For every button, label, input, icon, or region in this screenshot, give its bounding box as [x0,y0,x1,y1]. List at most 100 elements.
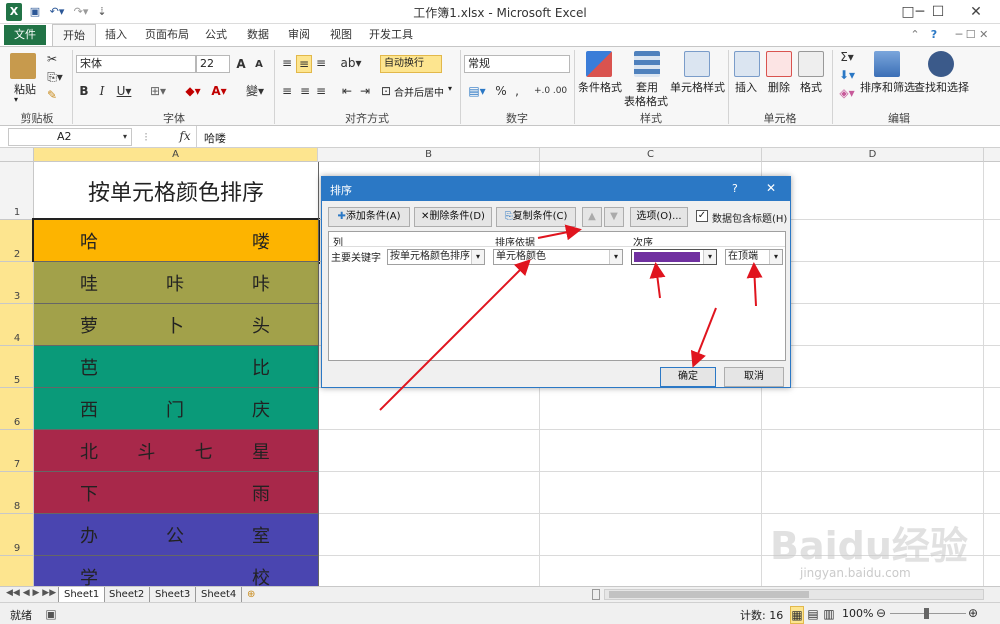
formula-bar-handle-icon[interactable]: ⁝ [140,129,152,145]
row-header-4[interactable]: 4 [0,304,34,346]
horizontal-scrollbar[interactable] [604,589,984,600]
font-name-box[interactable]: 宋体 [76,55,196,73]
row-header-5[interactable]: 5 [0,346,34,388]
zoom-out-icon[interactable]: ⊖ [874,605,888,621]
delete-cells-icon[interactable] [766,51,792,77]
sort-column-select[interactable]: 按单元格颜色排序 ▾ [387,249,485,265]
sheet-tab-3[interactable]: Sheet3 [150,587,197,602]
cell-a9[interactable]: 办公室 [34,514,318,556]
tab-insert[interactable]: 插入 [100,24,132,46]
format-cells-icon[interactable] [798,51,824,77]
header-checkbox[interactable]: ✓ [696,210,708,222]
merge-center-button[interactable]: 合并后居中 [394,84,444,99]
format-cells-button[interactable]: 格式 [800,79,822,95]
tab-developer[interactable]: 开发工具 [366,24,416,46]
font-size-box[interactable]: 22 [196,55,230,73]
horizontal-scroll-thumb[interactable] [609,591,809,598]
new-sheet-icon[interactable]: ⊕ [242,587,260,602]
name-box[interactable]: A2 [8,128,132,146]
zoom-in-icon[interactable]: ⊕ [966,605,980,621]
format-as-table-button-2[interactable]: 表格格式 [624,93,668,109]
delete-cells-button[interactable]: 删除 [768,79,790,95]
tab-data[interactable]: 数据 [242,24,274,46]
merge-icon[interactable]: ⊡ [380,83,392,99]
sort-filter-icon[interactable] [874,51,900,77]
help-icon[interactable]: ? [926,24,942,46]
insert-cells-icon[interactable] [734,51,760,77]
align-bottom-icon[interactable]: ≡ [314,55,328,71]
row-header-2[interactable]: 2 [0,220,34,262]
insert-cells-button[interactable]: 插入 [735,79,757,95]
row-header-3[interactable]: 3 [0,262,34,304]
ok-button[interactable]: 确定 [660,367,716,387]
underline-icon[interactable]: U▾ [114,83,134,99]
cell-styles-button[interactable]: 单元格样式 [670,79,725,95]
order-color-dropdown-icon[interactable]: ▾ [703,250,716,264]
currency-icon[interactable]: ▤▾ [466,83,488,99]
autosum-icon[interactable]: Σ▾ [838,49,856,65]
page-layout-view-icon[interactable]: ▤ [806,606,820,622]
cut-icon[interactable]: ✂ [44,51,60,67]
orientation-icon[interactable]: ab▾ [340,55,362,71]
close-window-button[interactable]: ✕ [960,0,992,24]
align-left-icon[interactable]: ≡ [280,83,294,99]
copy-icon[interactable]: ⎘▾ [44,69,66,85]
dialog-close-button[interactable]: ✕ [766,181,776,195]
sort-on-select[interactable]: 单元格颜色 ▾ [493,249,623,265]
tab-split-handle[interactable] [592,589,600,600]
sheet-tab-4[interactable]: Sheet4 [196,587,243,602]
cell-a2[interactable]: 哈喽 [32,218,320,264]
order-color-select[interactable]: ▾ [631,249,717,265]
tab-review[interactable]: 审阅 [283,24,315,46]
row-header-9[interactable]: 9 [0,514,34,556]
cell-styles-icon[interactable] [684,51,710,77]
tab-home[interactable]: 开始 [52,24,96,46]
wrap-text-button[interactable]: 自动换行 [380,55,442,73]
sheet-nav-icons[interactable]: ◀◀ ◀ ▶ ▶▶ [6,588,56,598]
find-select-button[interactable]: 查找和选择 [914,79,969,95]
cell-a4[interactable]: 萝卜头 [34,304,318,346]
increase-indent-icon[interactable]: ⇥ [358,83,372,99]
italic-icon[interactable]: I [96,83,108,99]
align-center-icon[interactable]: ≡ [298,83,312,99]
delete-condition-button[interactable]: ✕删除条件(D) [414,207,492,227]
formula-content[interactable]: 哈喽 [204,130,226,146]
conditional-format-button[interactable]: 条件格式 [578,79,622,95]
sort-column-dropdown-icon[interactable]: ▾ [471,250,484,264]
normal-view-icon[interactable]: ▦ [790,606,804,624]
row-header-6[interactable]: 6 [0,388,34,430]
cancel-button[interactable]: 取消 [724,367,784,387]
tab-file[interactable]: 文件 [4,25,46,45]
name-box-dropdown-icon[interactable]: ▾ [120,129,130,145]
cell-a1-title[interactable]: 按单元格颜色排序 [34,162,318,220]
align-middle-icon[interactable]: ≡ [296,55,312,73]
cell-a6[interactable]: 西门庆 [34,388,318,430]
comma-icon[interactable]: , [512,83,522,99]
column-header-d[interactable]: D [762,148,984,162]
move-down-button[interactable]: ▼ [604,207,624,227]
dialog-help-button[interactable]: ? [732,182,738,195]
merge-dropdown-icon[interactable]: ▾ [448,84,452,93]
increase-decimal-icon[interactable]: +.0 [534,83,550,99]
column-header-b[interactable]: B [318,148,540,162]
grow-font-icon[interactable]: A [234,56,248,72]
order-position-select[interactable]: 在顶端 ▾ [725,249,783,265]
cell-a5[interactable]: 芭比 [34,346,318,388]
decrease-decimal-icon[interactable]: .00 [552,83,568,99]
sheet-tab-1[interactable]: Sheet1 [58,587,106,602]
order-position-dropdown-icon[interactable]: ▾ [769,250,782,264]
align-top-icon[interactable]: ≡ [280,55,294,71]
align-right-icon[interactable]: ≡ [314,83,328,99]
tab-formulas[interactable]: 公式 [200,24,232,46]
column-header-a[interactable]: A [34,148,318,162]
font-color-icon[interactable]: A▾ [208,83,230,99]
column-header-e[interactable] [984,148,1000,162]
bold-icon[interactable]: B [78,83,90,99]
find-select-icon[interactable] [928,51,954,77]
tab-page-layout[interactable]: 页面布局 [142,24,192,46]
zoom-level[interactable]: 100% [842,607,873,620]
percent-icon[interactable]: % [494,83,508,99]
page-break-view-icon[interactable]: ▥ [822,606,836,622]
insert-function-icon[interactable]: fx [178,128,192,144]
move-up-button[interactable]: ▲ [582,207,602,227]
